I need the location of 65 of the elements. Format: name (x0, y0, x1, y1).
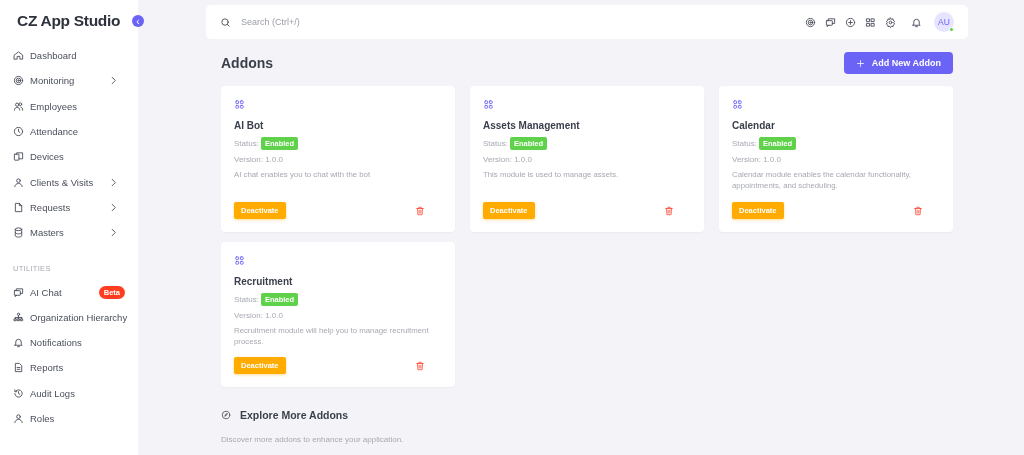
addon-name: AI Bot (234, 120, 265, 131)
section-subtitle: Discover more addons to enhance your application. (221, 435, 405, 444)
bell-icon[interactable] (911, 16, 922, 28)
trash-icon[interactable] (415, 205, 425, 216)
avatar[interactable]: AU (934, 12, 954, 32)
search-input[interactable]: Search (Ctrl+/) (241, 12, 805, 32)
trash-icon[interactable] (415, 360, 425, 371)
chat-icon[interactable] (825, 16, 836, 28)
chat-icon (13, 286, 24, 298)
sidebar-item[interactable]: Masters (13, 220, 125, 246)
addon-name: Calendar (732, 120, 776, 131)
addon-name: Assets Management (483, 120, 581, 131)
sidebar-item[interactable]: Notifications (13, 329, 125, 356)
add-addon-button[interactable]: Add New Addon (843, 52, 953, 74)
sidebar-item[interactable]: Monitoring (13, 68, 125, 94)
trash-icon[interactable] (664, 205, 674, 216)
hierarchy-icon (13, 311, 24, 323)
addon-name: Recruitment (234, 276, 294, 287)
sidebar-item[interactable]: Clients & Visits (13, 169, 125, 195)
collapse-button[interactable]: ‹ (132, 15, 144, 27)
section-title: Explore More Addons (240, 409, 349, 421)
bell-icon (13, 337, 24, 349)
page-title: Addons (221, 55, 274, 71)
compass-icon (221, 410, 231, 420)
sidebar-item[interactable]: Employees (13, 93, 125, 119)
users-icon (13, 100, 24, 112)
home-icon (13, 50, 24, 62)
plus-circle-icon[interactable] (845, 16, 856, 28)
devices-icon (13, 151, 24, 163)
sidebar-item[interactable]: Dashboard (13, 43, 125, 69)
sidebar-item[interactable]: Attendance (13, 118, 125, 145)
sidebar-item[interactable]: Organization Hierarchy (13, 304, 125, 330)
sidebar-item[interactable]: Devices (13, 144, 125, 170)
plus-icon (855, 58, 865, 68)
status-label: Status: (234, 139, 259, 148)
history-icon (13, 387, 24, 399)
apps-icon (483, 99, 494, 110)
target-icon (13, 75, 24, 87)
sidebar-item[interactable]: Reports (13, 355, 125, 381)
version-text: Version: 1.0.0 (732, 155, 782, 164)
target-icon[interactable] (805, 16, 816, 28)
trash-icon[interactable] (913, 205, 923, 216)
sidebar-item[interactable]: Requests (13, 194, 125, 221)
grid-icon[interactable] (865, 16, 876, 28)
search-field[interactable]: Search (Ctrl+/) (206, 5, 805, 39)
user-icon (13, 413, 24, 424)
database-icon (13, 227, 24, 239)
sidebar-item[interactable]: Audit Logs (13, 380, 125, 406)
version-text: Version: 1.0.0 (234, 311, 284, 320)
clock-icon (13, 126, 24, 138)
file-icon (13, 201, 24, 213)
apps-icon (234, 255, 245, 266)
user-icon (13, 176, 24, 188)
status-label: Status: (483, 139, 508, 148)
version-text: Version: 1.0.0 (234, 155, 284, 164)
status-label: Status: (732, 139, 757, 148)
sidebar-item[interactable]: Roles (13, 405, 125, 432)
version-text: Version: 1.0.0 (483, 155, 533, 164)
document-icon (13, 362, 24, 374)
apps-icon (732, 99, 743, 110)
app-title: CZ App Studio (17, 12, 122, 30)
status-label: Status: (234, 295, 259, 304)
settings-icon[interactable] (885, 16, 896, 28)
search-icon (220, 16, 231, 28)
apps-icon (234, 99, 245, 110)
